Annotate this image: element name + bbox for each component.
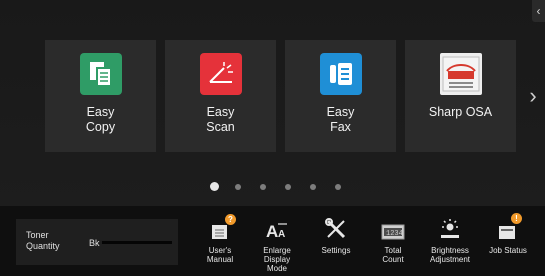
toner-label: Toner Quantity [26,230,60,251]
toner-level-bar [102,241,172,244]
tile-label: Easy Copy [85,105,116,134]
button-label: Brightness Adjustment [429,246,471,264]
button-label: Total Count [382,246,404,264]
page-dot-active[interactable] [210,182,219,191]
easy-scan-tile[interactable]: Easy Scan [165,40,276,152]
button-label: Job Status [489,246,527,255]
fax-icon [319,53,362,95]
next-page-arrow-icon[interactable]: › [524,84,542,108]
total-count-button[interactable]: 1234 Total Count [362,216,424,276]
total-count-icon: 1234 [381,216,405,240]
settings-icon [325,216,347,240]
enlarge-display-icon: A A [265,216,289,240]
svg-text:A: A [278,229,285,240]
page-indicator [210,182,360,191]
brightness-adjustment-button[interactable]: Brightness Adjustment [419,216,481,276]
page-dot[interactable] [285,183,291,190]
page-dot[interactable] [235,183,241,190]
tile-label: Sharp OSA [428,105,493,119]
brightness-icon [439,216,461,240]
settings-button[interactable]: Settings [305,216,367,276]
sharp-osa-icon [439,53,482,95]
easy-copy-tile[interactable]: Easy Copy [45,40,156,152]
button-label: User's Manual [206,246,234,264]
toner-quantity-panel: Toner Quantity Bk [16,219,178,265]
help-badge-icon: ? [225,214,236,225]
easy-fax-tile[interactable]: Easy Fax [285,40,396,152]
manual-icon: ? [210,214,236,240]
page-dot[interactable] [260,183,266,190]
collapse-tab-icon[interactable]: ‹ [532,0,545,22]
copy-icon [79,53,122,95]
page-dot[interactable] [310,183,316,190]
button-label: Enlarge Display Mode [263,246,291,273]
scan-icon [199,53,242,95]
job-status-button[interactable]: ! Job Status [477,213,539,276]
job-alert-badge-icon: ! [511,213,522,224]
svg-text:1234: 1234 [386,230,403,238]
tile-label: Easy Scan [206,105,235,134]
job-status-icon: ! [497,213,522,240]
tile-label: Easy Fax [326,105,355,134]
page-dot[interactable] [335,183,341,190]
enlarge-display-mode-button[interactable]: A A Enlarge Display Mode [246,216,308,276]
sharp-osa-tile[interactable]: Sharp OSA [405,40,516,152]
button-label: Settings [321,246,351,255]
toner-bk-label: Bk [89,238,100,248]
users-manual-button[interactable]: ? User's Manual [189,214,251,276]
svg-text:A: A [266,222,278,240]
